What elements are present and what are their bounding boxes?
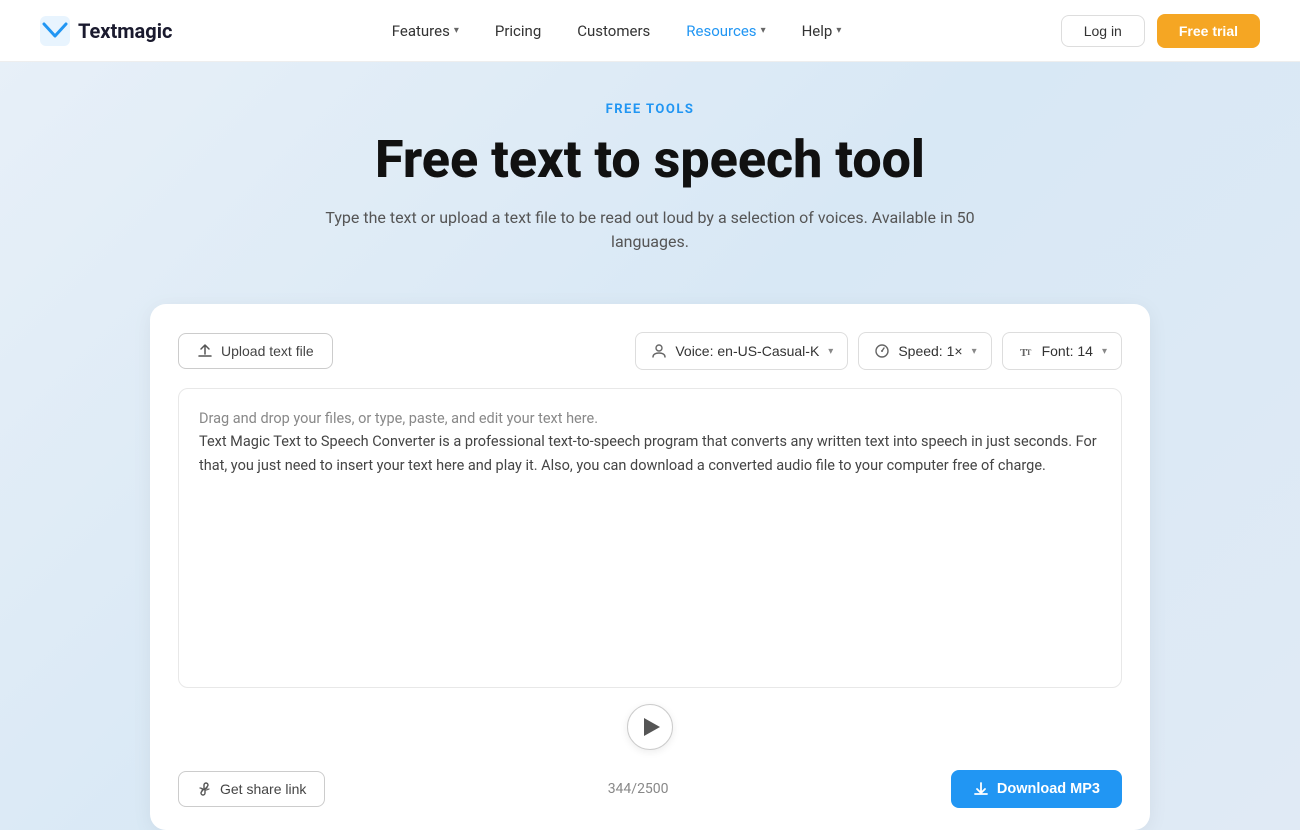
voice-dropdown[interactable]: Voice: en-US-Casual-K ▾ bbox=[635, 332, 848, 370]
play-button[interactable] bbox=[627, 704, 673, 750]
download-button[interactable]: Download MP3 bbox=[951, 770, 1122, 808]
font-dropdown[interactable]: T T Font: 14 ▾ bbox=[1002, 332, 1122, 370]
play-icon bbox=[644, 718, 660, 736]
voice-chevron-icon: ▾ bbox=[828, 346, 833, 357]
header-actions: Log in Free trial bbox=[1061, 14, 1260, 48]
nav-pricing[interactable]: Pricing bbox=[481, 16, 555, 46]
site-header: Textmagic Features ▾ Pricing Customers R… bbox=[0, 0, 1300, 62]
play-section bbox=[178, 688, 1122, 760]
speed-dropdown[interactable]: Speed: 1× ▾ bbox=[858, 332, 991, 370]
font-icon: T T bbox=[1017, 342, 1035, 360]
link-icon bbox=[197, 781, 213, 797]
upload-button[interactable]: Upload text file bbox=[178, 333, 333, 369]
nav-customers[interactable]: Customers bbox=[563, 16, 664, 46]
toolbar: Upload text file Voice: en-US-Casual-K ▾ bbox=[178, 332, 1122, 370]
download-icon bbox=[973, 781, 989, 797]
share-button[interactable]: Get share link bbox=[178, 771, 325, 807]
char-count: 344/2500 bbox=[608, 781, 669, 797]
text-content: Drag and drop your files, or type, paste… bbox=[199, 407, 1101, 477]
tool-card: Upload text file Voice: en-US-Casual-K ▾ bbox=[150, 304, 1150, 830]
text-placeholder: Drag and drop your files, or type, paste… bbox=[199, 410, 598, 427]
text-area[interactable]: Drag and drop your files, or type, paste… bbox=[178, 388, 1122, 688]
logo-icon bbox=[40, 16, 70, 46]
nav-features[interactable]: Features ▾ bbox=[378, 16, 473, 46]
svg-text:T: T bbox=[1026, 348, 1032, 357]
font-chevron-icon: ▾ bbox=[1102, 346, 1107, 357]
upload-icon bbox=[197, 343, 213, 359]
speed-icon bbox=[873, 342, 891, 360]
hero-section: FREE TOOLS Free text to speech tool Type… bbox=[0, 62, 1300, 304]
hero-badge: FREE TOOLS bbox=[20, 102, 1280, 117]
chevron-down-icon-2: ▾ bbox=[761, 25, 766, 36]
chevron-down-icon: ▾ bbox=[454, 25, 459, 36]
free-trial-button[interactable]: Free trial bbox=[1157, 14, 1260, 48]
nav-resources[interactable]: Resources ▾ bbox=[672, 16, 779, 46]
hero-subtitle: Type the text or upload a text file to b… bbox=[325, 206, 975, 254]
bottom-bar: Get share link 344/2500 Download MP3 bbox=[178, 770, 1122, 808]
logo-text: Textmagic bbox=[78, 19, 172, 43]
controls-right: Voice: en-US-Casual-K ▾ Speed: 1× ▾ bbox=[635, 332, 1122, 370]
chevron-down-icon-3: ▾ bbox=[836, 25, 841, 36]
speed-chevron-icon: ▾ bbox=[972, 346, 977, 357]
nav-help[interactable]: Help ▾ bbox=[788, 16, 856, 46]
text-body: Text Magic Text to Speech Converter is a… bbox=[199, 433, 1097, 473]
voice-icon bbox=[650, 342, 668, 360]
logo[interactable]: Textmagic bbox=[40, 16, 172, 46]
login-button[interactable]: Log in bbox=[1061, 15, 1145, 47]
main-nav: Features ▾ Pricing Customers Resources ▾… bbox=[378, 16, 856, 46]
hero-title: Free text to speech tool bbox=[20, 131, 1280, 188]
